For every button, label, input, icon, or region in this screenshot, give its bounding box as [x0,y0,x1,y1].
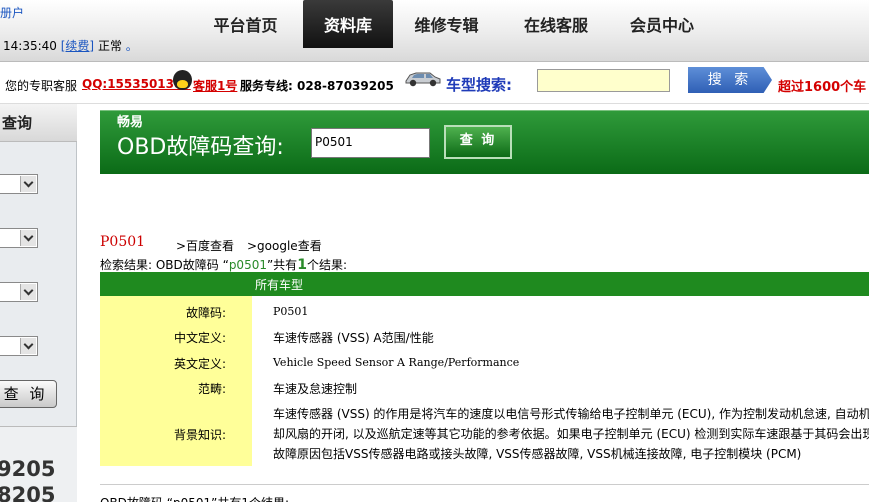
google-link[interactable]: >google查看 [247,237,322,254]
fault-code-value: P0501 [273,305,309,318]
service-search-bar: 您的专职客服 QQ:1553501388 客服1号 服务专线: 028-8703… [0,62,869,104]
obd-title: OBD故障码查询: [117,135,284,160]
top-navigation-bar: 册户 14:35:40 [续费] 正常 。 平台首页 资料库 维修专辑 在线客服… [0,0,869,62]
count-number: 1 [297,257,307,273]
qq-penguin-icon [173,70,192,90]
sidebar-query-button[interactable]: 查 询 [0,380,57,408]
row-label: 背景知识: [173,428,226,442]
sidebar-title: 查询 [0,104,77,142]
row-label: 故障码: [185,306,226,320]
count-code: p0501 [228,258,267,272]
status-dot: 。 [125,39,138,53]
nav-repair-albums[interactable]: 维修专辑 [393,0,500,48]
renew-link[interactable]: [续费] [61,39,94,53]
car-search-button[interactable]: 搜 索 [688,67,772,93]
baidu-link[interactable]: >百度查看 [176,237,234,254]
service-prefix: 您的专职客服 [5,79,78,93]
promo-text: 超过1600个车 [778,80,867,95]
count-prefix: 检索结果: OBD故障码 “ [100,258,229,272]
next-result-line: OBD故障码 “p0501”共有1个结果: [100,494,289,502]
nav-online-service[interactable]: 在线客服 [500,0,612,48]
login-time: 14:35:40 [3,39,57,53]
row-label: 中文定义: [173,331,226,345]
nav-database[interactable]: 资料库 [303,0,393,48]
sidebar-select-4[interactable] [0,336,38,356]
hotline-number-fragment: 9205 [0,457,56,481]
main-nav: 平台首页 资料库 维修专辑 在线客服 会员中心 [188,0,712,48]
category-value: 车速及怠速控制 [273,382,358,396]
account-label: 册户 [0,6,25,20]
chinese-definition-value: 车速传感器 (VSS) A范围/性能 [273,331,434,345]
nav-home[interactable]: 平台首页 [188,0,303,48]
obd-code-input[interactable]: P0501 [311,128,430,158]
car-icon [405,72,441,87]
result-table: 故障码: P0501 中文定义: 车速传感器 (VSS) A范围/性能 英文定义… [100,296,869,466]
chevron-down-icon [20,230,36,246]
sidebar-select-2[interactable] [0,228,38,248]
sidebar-select-3[interactable] [0,282,38,302]
chevron-down-icon [20,284,36,300]
chevron-down-icon [20,338,36,354]
account-status-line: 14:35:40 [续费] 正常 。 [3,37,138,54]
count-mid: ”共有 [266,258,298,272]
car-search-label: 车型搜索: [446,76,512,94]
chevron-down-icon [20,176,36,192]
row-label: 范畴: [197,382,226,396]
english-definition-value: Vehicle Speed Sensor A Range/Performance [273,356,520,369]
obd-search-banner: 畅易 OBD故障码查询: P0501 查 询 [100,110,869,174]
count-suffix: 个结果: [306,258,347,272]
nav-member-center[interactable]: 会员中心 [612,0,712,48]
result-count-line: 检索结果: OBD故障码 “p0501”共有1个结果: [100,256,347,273]
brand-label: 畅易 [117,115,144,130]
tab-all-vehicles[interactable]: 所有车型 [255,276,303,293]
background-knowledge-value: 车速传感器 (VSS) 的作用是将汽车的速度以电信号形式传输给电子控制单元 (E… [273,407,869,461]
result-code-title: P0501 [100,234,146,250]
car-search-input[interactable] [537,69,670,92]
agent-link[interactable]: 客服1号 [193,77,237,94]
row-label: 英文定义: [173,357,226,371]
left-sidebar: 查询 查 询 9205 8205 [0,104,77,502]
account-status: 正常 [97,39,122,53]
hotline: 服务专线: 028-87039205 [240,79,394,93]
sidebar-hotline-box: 9205 8205 [0,426,77,502]
sidebar-select-1[interactable] [0,174,38,194]
obd-query-button[interactable]: 查 询 [444,125,512,159]
divider [100,484,869,485]
vehicle-tab-bar: 所有车型 [100,272,869,296]
hotline-number-fragment: 8205 [0,483,56,502]
